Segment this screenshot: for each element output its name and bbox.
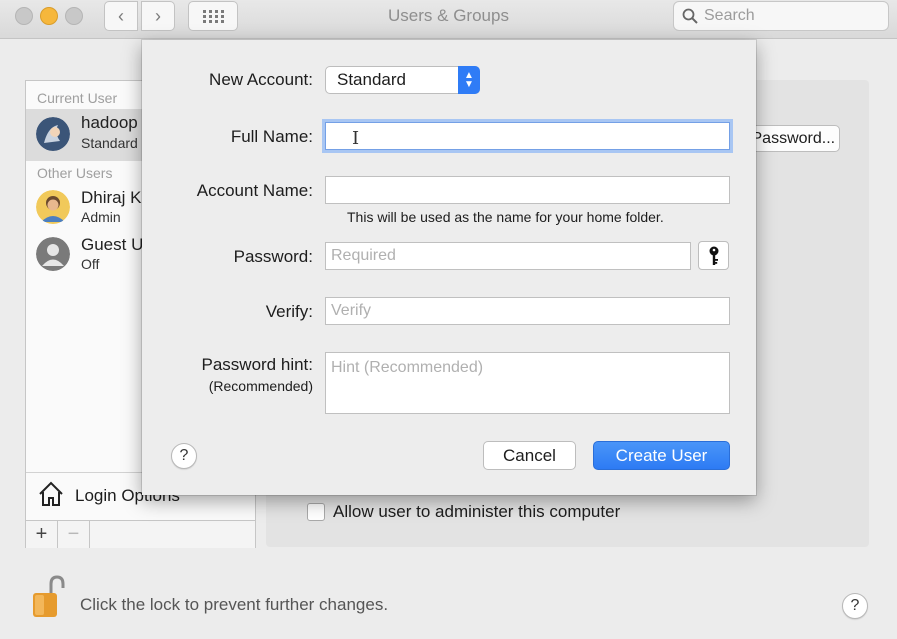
password-hint-field[interactable]: Hint (Recommended) (325, 352, 730, 414)
password-assistant-button[interactable] (698, 241, 729, 270)
current-user-label: Current User (37, 90, 118, 106)
new-account-sheet: New Account: Standard ▲ ▼ Full Name: I Ac… (142, 40, 756, 495)
full-name-label: Full Name: (230, 127, 313, 146)
home-folder-note: This will be used as the name for your h… (347, 209, 664, 225)
lock-icon[interactable] (32, 575, 66, 619)
remove-user-button[interactable]: − (58, 521, 90, 548)
chevron-updown-icon: ▲ ▼ (458, 66, 480, 94)
title-bar: ‹ › Users & Groups Search (0, 0, 897, 39)
allow-admin-label: Allow user to administer this computer (333, 502, 621, 521)
user-role: Admin (81, 209, 121, 225)
user-role: Standard (81, 135, 138, 151)
verify-field[interactable]: Verify (325, 297, 730, 325)
new-account-label: New Account: (209, 70, 313, 89)
text-cursor-icon: I (352, 128, 360, 149)
password-field[interactable]: Required (325, 242, 691, 270)
password-label: Password: (233, 247, 313, 266)
verify-label: Verify: (265, 302, 313, 321)
key-icon (709, 246, 718, 265)
lock-message: Click the lock to prevent further change… (80, 595, 389, 614)
sheet-help-button[interactable]: ? (171, 443, 197, 469)
search-icon (682, 8, 698, 24)
allow-admin-option[interactable]: Allow user to administer this computer (307, 502, 620, 522)
add-user-button[interactable]: + (26, 521, 58, 548)
account-name-label: Account Name: (196, 181, 313, 200)
user-name: Guest U (81, 235, 144, 254)
search-field[interactable]: Search (673, 1, 889, 31)
house-icon (39, 481, 63, 506)
password-hint-label: Password hint: (201, 355, 314, 374)
user-avatar (36, 190, 70, 224)
search-placeholder: Search (704, 7, 755, 24)
full-name-field[interactable] (325, 122, 730, 150)
user-name: hadoop (81, 113, 138, 132)
user-role: Off (81, 256, 100, 272)
user-name: Dhiraj K (81, 188, 142, 207)
cancel-button[interactable]: Cancel (483, 441, 576, 470)
other-users-label: Other Users (37, 165, 113, 181)
account-type-select[interactable]: Standard ▲ ▼ (325, 66, 480, 94)
help-button[interactable]: ? (842, 593, 868, 619)
add-remove-bar: + − (26, 520, 255, 548)
user-avatar (36, 237, 70, 271)
account-type-value: Standard (337, 70, 406, 89)
password-hint-sublabel: (Recommended) (208, 378, 313, 394)
create-user-button[interactable]: Create User (593, 441, 730, 470)
account-name-field[interactable] (325, 176, 730, 204)
allow-admin-checkbox[interactable] (307, 503, 325, 521)
user-avatar (36, 117, 70, 151)
